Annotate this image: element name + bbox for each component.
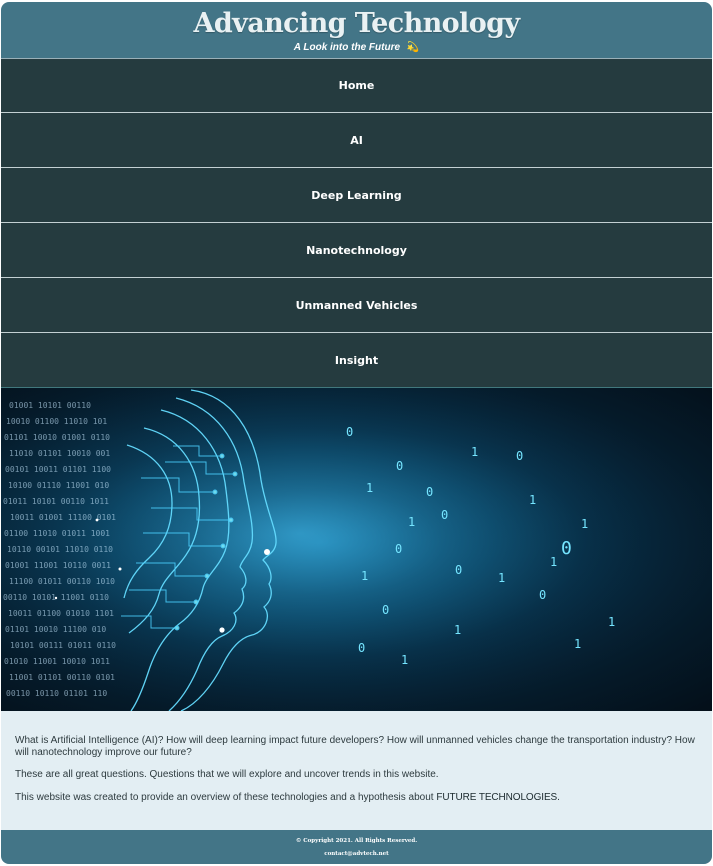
- nav-item-nanotechnology[interactable]: Nanotechnology: [1, 224, 712, 278]
- nav-item-ai[interactable]: AI: [1, 114, 712, 168]
- svg-text:01001 11001 10110 0011: 01001 11001 10110 0011: [5, 561, 111, 570]
- site-subtitle: A Look into the Future: [293, 42, 401, 53]
- svg-text:0: 0: [382, 603, 389, 617]
- svg-text:1: 1: [529, 493, 536, 507]
- svg-text:01101 10010 01001 0110: 01101 10010 01001 0110: [4, 433, 110, 442]
- svg-text:0: 0: [455, 563, 462, 577]
- svg-text:11010 01101 10010 001: 11010 01101 10010 001: [9, 449, 110, 458]
- ai-head-circuit-image: 01001 10101 00110 10010 01100 11010 101 …: [1, 388, 712, 711]
- svg-text:0: 0: [539, 588, 546, 602]
- svg-text:1: 1: [550, 555, 557, 569]
- svg-text:10011 01100 01010 1101: 10011 01100 01010 1101: [8, 609, 114, 618]
- svg-text:01010 11001 10010 1011: 01010 11001 10010 1011: [4, 657, 110, 666]
- svg-text:00101 10011 01101 1100: 00101 10011 01101 1100: [5, 465, 111, 474]
- svg-text:1: 1: [401, 653, 408, 667]
- nav-item-deep-learning[interactable]: Deep Learning: [1, 169, 712, 223]
- svg-text:1: 1: [454, 623, 461, 637]
- svg-text:0: 0: [441, 508, 448, 522]
- intro-purpose-prefix: This website was created to provide an o…: [15, 792, 437, 803]
- svg-text:11001 01101 00110 0101: 11001 01101 00110 0101: [9, 673, 115, 682]
- svg-text:1: 1: [361, 569, 368, 583]
- svg-text:10110 00101 11010 0110: 10110 00101 11010 0110: [7, 545, 113, 554]
- site-footer: © Copyright 2021. All Rights Reserved. c…: [1, 830, 712, 864]
- site-title: Advancing Technology: [193, 8, 521, 39]
- svg-text:1: 1: [471, 445, 478, 459]
- dizzy-star-icon: 💫: [406, 42, 420, 53]
- svg-text:1: 1: [574, 637, 581, 651]
- svg-text:01101 10010 11100 010: 01101 10010 11100 010: [5, 625, 106, 634]
- svg-text:0: 0: [426, 485, 433, 499]
- copyright-text: © Copyright 2021. All Rights Reserved.: [295, 838, 418, 844]
- svg-text:0: 0: [396, 459, 403, 473]
- svg-text:00110 10110 01101 110: 00110 10110 01101 110: [6, 689, 107, 698]
- nav-item-insight[interactable]: Insight: [1, 334, 712, 388]
- svg-text:0: 0: [346, 425, 353, 439]
- svg-text:0: 0: [516, 449, 523, 463]
- page: Advancing Technology A Look into the Fut…: [0, 0, 713, 866]
- intro-purpose-suffix: .: [557, 792, 560, 803]
- svg-text:01001 10101 00110: 01001 10101 00110: [9, 401, 91, 410]
- main-navigation: Home AI Deep Learning Nanotechnology Unm…: [1, 59, 712, 388]
- svg-text:0: 0: [395, 542, 402, 556]
- svg-text:11100 01011 00110 1010: 11100 01011 00110 1010: [9, 577, 115, 586]
- svg-text:01100 11010 01011 1001: 01100 11010 01011 1001: [4, 529, 110, 538]
- svg-text:10100 01110 11001 010: 10100 01110 11001 010: [8, 481, 109, 490]
- svg-text:01011 10101 00110 1011: 01011 10101 00110 1011: [3, 497, 109, 506]
- intro-purpose: This website was created to provide an o…: [15, 792, 698, 804]
- svg-text:1: 1: [581, 517, 588, 531]
- svg-text:0: 0: [358, 641, 365, 655]
- nav-item-unmanned-vehicles[interactable]: Unmanned Vehicles: [1, 279, 712, 333]
- svg-text:10101 00111 01011 0110: 10101 00111 01011 0110: [10, 641, 116, 650]
- svg-text:1: 1: [608, 615, 615, 629]
- svg-text:0: 0: [561, 538, 572, 559]
- svg-text:10011 01001 11100 0101: 10011 01001 11100 0101: [10, 513, 116, 522]
- svg-text:1: 1: [366, 481, 373, 495]
- site-header: Advancing Technology A Look into the Fut…: [1, 2, 712, 59]
- ai-head-hero-image: 01001 10101 00110 10010 01100 11010 101 …: [1, 388, 712, 711]
- contact-email[interactable]: contact@advtech.net: [1, 851, 712, 857]
- svg-text:1: 1: [498, 571, 505, 585]
- future-technologies-emphasis: FUTURE TECHNOLOGIES: [436, 792, 558, 803]
- intro-section: What is Artificial Intelligence (AI)? Ho…: [1, 711, 712, 830]
- site-subtitle-row: A Look into the Future 💫: [1, 41, 712, 54]
- svg-text:10010 01100 11010 101: 10010 01100 11010 101: [6, 417, 107, 426]
- nav-item-home[interactable]: Home: [1, 59, 712, 113]
- intro-questions: What is Artificial Intelligence (AI)? Ho…: [15, 735, 695, 758]
- intro-statement: These are all great questions. Questions…: [15, 769, 439, 780]
- svg-text:1: 1: [408, 515, 415, 529]
